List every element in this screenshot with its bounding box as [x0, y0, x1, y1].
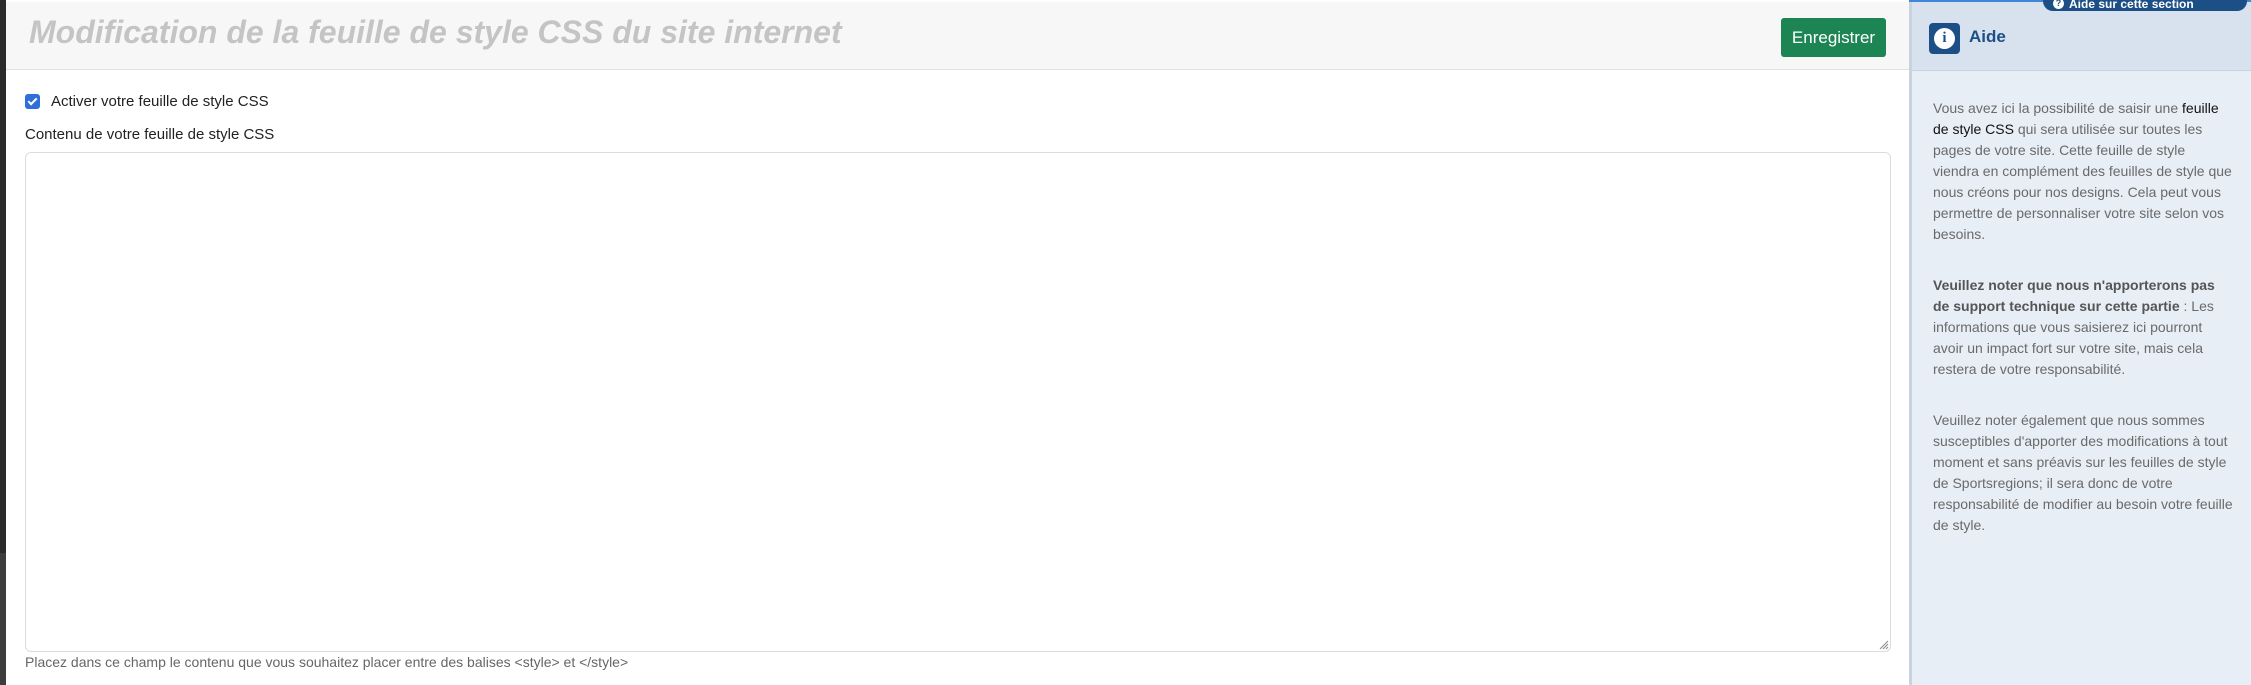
- info-icon: i: [1929, 23, 1960, 54]
- enable-css-label[interactable]: Activer votre feuille de style CSS: [51, 93, 269, 110]
- help-text: Vous avez ici la possibilité de saisir u…: [1933, 98, 2233, 566]
- main-panel: Modification de la feuille de style CSS …: [6, 0, 1909, 685]
- help-title: Aide: [1969, 27, 2006, 46]
- help-section-tab[interactable]: ? Aide sur cette section: [2043, 0, 2247, 11]
- css-content-hint: Placez dans ce champ le contenu que vous…: [25, 654, 629, 670]
- help-paragraph-1-text: Vous avez ici la possibilité de saisir u…: [1933, 100, 2183, 116]
- support-warning: Veuillez noter que nous n'apporterons pa…: [1933, 277, 2215, 314]
- enable-css-checkbox[interactable]: [25, 94, 40, 109]
- help-paragraph-2: Veuillez noter que nous n'apporterons pa…: [1933, 275, 2233, 380]
- question-icon: ?: [2053, 0, 2064, 9]
- help-section-tab-label[interactable]: Aide sur cette section: [2069, 0, 2194, 11]
- resize-grip-icon[interactable]: [1879, 640, 1889, 650]
- page-title: Modification de la feuille de style CSS …: [29, 14, 842, 50]
- help-sidebar-header: i Aide: [1912, 2, 2251, 71]
- help-paragraph-1: Vous avez ici la possibilité de saisir u…: [1933, 98, 2233, 245]
- save-button[interactable]: Enregistrer: [1781, 18, 1886, 57]
- help-sidebar: i Aide ? Aide sur cette section Vous ave…: [1909, 0, 2251, 685]
- css-content-textarea[interactable]: [25, 152, 1891, 652]
- help-paragraph-3: Veuillez noter également que nous sommes…: [1933, 412, 2233, 533]
- css-content-label: Contenu de votre feuille de style CSS: [25, 126, 275, 143]
- page-header: Modification de la feuille de style CSS …: [6, 2, 1909, 70]
- help-paragraph-1-text-end: qui sera utilisée sur toutes les pages d…: [1933, 121, 2232, 242]
- enable-css-row[interactable]: Activer votre feuille de style CSS: [25, 93, 269, 110]
